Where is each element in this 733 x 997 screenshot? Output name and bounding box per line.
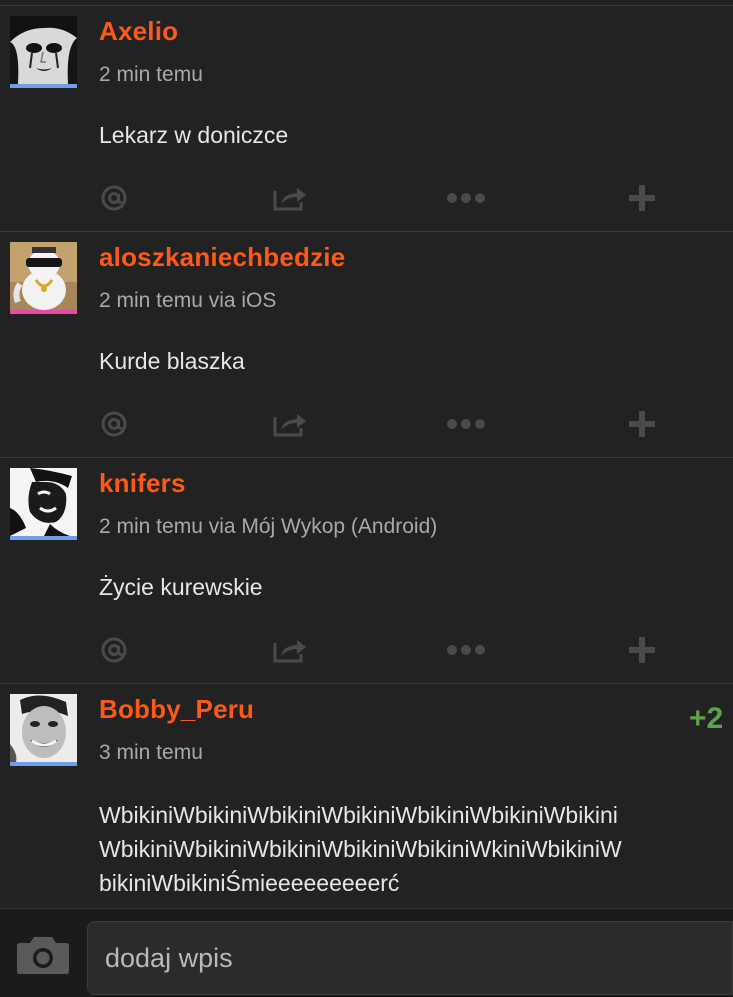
entry-body: Życie kurewskie [99, 574, 263, 600]
share-button[interactable] [270, 630, 310, 670]
entries-feed[interactable]: Axelio 2 min temu Lekarz w doniczce alos… [0, 0, 733, 908]
mention-button[interactable] [94, 630, 134, 670]
avatar[interactable] [10, 694, 77, 766]
plus-icon [629, 637, 655, 663]
add-entry-field[interactable] [87, 921, 733, 995]
composer-bar [0, 908, 733, 997]
entry-actions [0, 178, 733, 218]
plus-icon [629, 411, 655, 437]
plus-button[interactable] [622, 630, 662, 670]
more-button[interactable] [446, 630, 486, 670]
more-button[interactable] [446, 178, 486, 218]
more-icon [447, 193, 485, 203]
entry-actions [0, 630, 733, 670]
body-line: WbikiniWbikiniWbikiniWbikiniWbikiniWkini… [99, 836, 622, 862]
entry-timestamp[interactable]: 2 min temu [99, 63, 203, 87]
avatar[interactable] [10, 468, 77, 540]
avatar[interactable] [10, 242, 77, 314]
entry-author[interactable]: Axelio [99, 16, 178, 47]
entry-body: Kurde blaszka [99, 348, 245, 374]
entry-author[interactable]: Bobby_Peru [99, 694, 254, 725]
entry-author[interactable]: aloszkaniechbedzie [99, 242, 345, 273]
share-button[interactable] [270, 404, 310, 444]
share-icon [273, 640, 306, 663]
body-line: WbikiniWbikiniWbikiniWbikiniWbikiniWbiki… [99, 802, 618, 828]
camera-button[interactable] [16, 935, 70, 979]
entry-body: WbikiniWbikiniWbikiniWbikiniWbikiniWbiki… [99, 798, 733, 900]
entry-timestamp[interactable]: 2 min temu via Mój Wykop (Android) [99, 515, 437, 539]
entry-timestamp[interactable]: 3 min temu [99, 741, 203, 765]
avatar[interactable] [10, 16, 77, 88]
more-icon [447, 645, 485, 655]
entry-aloszkaniechbedzie: aloszkaniechbedzie 2 min temu via iOS Ku… [0, 232, 733, 458]
plus-icon [629, 185, 655, 211]
mention-button[interactable] [94, 178, 134, 218]
avatar-gender-bar [10, 762, 77, 766]
share-icon [273, 188, 306, 211]
entry-body: Lekarz w doniczce [99, 122, 289, 148]
mention-icon [101, 637, 127, 663]
mention-icon [101, 185, 127, 211]
entry-axelio: Axelio 2 min temu Lekarz w doniczce [0, 6, 733, 232]
share-button[interactable] [270, 178, 310, 218]
camera-icon [17, 937, 69, 974]
avatar-gender-bar [10, 84, 77, 88]
add-entry-input[interactable] [88, 922, 732, 994]
entry-author[interactable]: knifers [99, 468, 186, 499]
avatar-gender-bar [10, 536, 77, 540]
more-button[interactable] [446, 404, 486, 444]
plus-button[interactable] [622, 178, 662, 218]
avatar-gender-bar [10, 310, 77, 314]
entry-actions [0, 404, 733, 444]
more-icon [447, 419, 485, 429]
entry-bobby-peru: Bobby_Peru +2 3 min temu WbikiniWbikiniW… [0, 684, 733, 908]
body-line: bikiniWbikiniŚmieeeeeeeeerć [99, 870, 400, 896]
plus-button[interactable] [622, 404, 662, 444]
entry-knifers: knifers 2 min temu via Mój Wykop (Androi… [0, 458, 733, 684]
mention-button[interactable] [94, 404, 134, 444]
share-icon [273, 414, 306, 437]
mention-icon [101, 411, 127, 437]
vote-count[interactable]: +2 [689, 702, 733, 736]
entry-timestamp[interactable]: 2 min temu via iOS [99, 289, 276, 313]
